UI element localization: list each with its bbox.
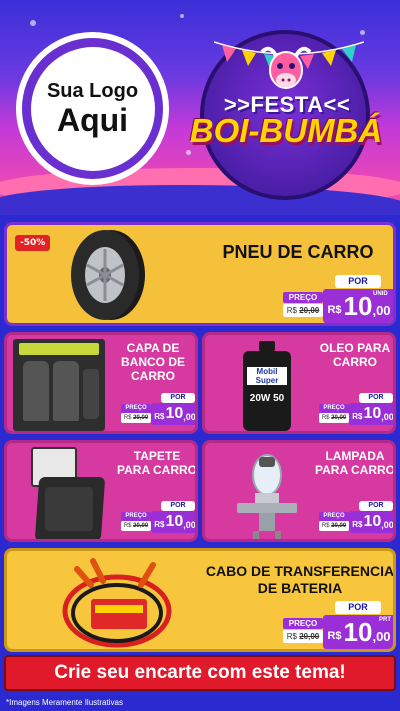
new-price-integer: 10 [363, 405, 382, 422]
product-card-jumper-cable[interactable]: CABO DE TRANSFERENCIA DE BATERIA POR PRE… [4, 548, 396, 652]
price-preco-label: PREÇO [319, 404, 349, 413]
product-title: PNEU DE CARRO [222, 242, 374, 262]
price-preco-label: PREÇO [283, 292, 323, 303]
price-por-label: POR [335, 275, 381, 288]
old-price-value: 20,00 [299, 632, 320, 641]
price-por-label: POR [359, 501, 393, 511]
old-price: R$ 20,00 [121, 413, 151, 423]
confetti-dot [360, 30, 365, 35]
logo-placeholder[interactable]: Sua Logo Aqui [16, 32, 169, 185]
old-price-currency: R$ [123, 415, 132, 421]
confetti-dot [180, 14, 184, 18]
motor-oil-icon: Mobil Super 20W 50 [243, 341, 291, 431]
logo-text-line2: Aqui [56, 102, 129, 138]
new-price: R$ 10 ,00 [349, 403, 394, 425]
price-tag: POR PREÇO R$ 20,00 R$ 10 ,00 PRT [283, 601, 393, 649]
seat-cover-icon [13, 339, 105, 431]
product-card-car-mat[interactable]: TAPETE PARA CARRO POR PREÇO R$ 20,00 R$ … [4, 440, 198, 542]
price-tag: POR PREÇO R$ 20,00 R$ 10 ,00 [115, 501, 196, 539]
price-por-label: POR [161, 501, 195, 511]
product-title: TAPETE PARA CARRO [117, 449, 197, 477]
new-price-decimal: ,00 [381, 411, 394, 422]
cta-text: Crie seu encarte com este tema! [54, 662, 346, 683]
price-unit: UNID [373, 291, 388, 297]
confetti-dot [30, 20, 36, 26]
new-price: R$ 10 ,00 [349, 511, 394, 533]
old-price-value: 20,00 [133, 523, 149, 529]
new-price-integer: 10 [343, 616, 373, 647]
new-price-decimal: ,00 [372, 302, 391, 318]
old-price-value: 20,00 [299, 306, 320, 315]
old-price: R$ 20,00 [319, 413, 349, 423]
tire-icon [71, 230, 145, 320]
price-tag: POR PREÇO R$ 20,00 R$ 10 ,00 UNID [283, 275, 393, 323]
new-price-integer: 10 [363, 513, 382, 530]
headlight-bulb-icon [237, 454, 297, 539]
price-preco-label: PREÇO [121, 512, 151, 521]
new-price-integer: 10 [343, 290, 373, 321]
old-price-value: 20,00 [331, 523, 347, 529]
price-tag: POR PREÇO R$ 20,00 R$ 10 ,00 [313, 501, 394, 539]
price-preco-label: PREÇO [319, 512, 349, 521]
price-tag: POR PREÇO R$ 20,00 R$ 10 ,00 [313, 393, 394, 431]
cta-banner[interactable]: Crie seu encarte com este tema! [4, 655, 396, 691]
new-price-decimal: ,00 [372, 628, 391, 644]
oil-brand-label: Mobil Super [247, 367, 287, 385]
jumper-cable-icon [62, 558, 172, 648]
oil-grade-label: 20W 50 [249, 393, 285, 404]
product-card-headlight-bulb[interactable]: LAMPADA PARA CARRO POR PREÇO R$ 20,00 R$… [202, 440, 396, 542]
product-title: LAMPADA PARA CARRO [315, 449, 395, 477]
old-price-currency: R$ [321, 523, 330, 529]
old-price: R$ 20,00 [283, 630, 323, 643]
hero-banner: Sua Logo Aqui >>FESTA<< BOI-BUMBÁ [0, 0, 400, 215]
festa-subtitle: BOI-BUMBÁ [189, 112, 383, 149]
new-price-integer: 10 [165, 513, 184, 530]
confetti-dot [186, 150, 191, 155]
new-price-currency: R$ [154, 520, 165, 529]
new-price-currency: R$ [327, 630, 342, 642]
product-title: CABO DE TRANSFERENCIA DE BATERIA [205, 563, 395, 596]
new-price-decimal: ,00 [183, 519, 196, 530]
discount-badge: -50% [15, 235, 51, 251]
disclaimer-text: *Imagens Meramente Ilustrativas [6, 698, 123, 707]
old-price-currency: R$ [286, 306, 297, 315]
product-card-motor-oil[interactable]: Mobil Super 20W 50 OLEO PARA CARRO POR P… [202, 332, 396, 434]
bull-mask-icon [260, 46, 312, 89]
new-price-decimal: ,00 [381, 519, 394, 530]
new-price: R$ 10 ,00 [151, 403, 196, 425]
new-price-currency: R$ [154, 412, 165, 421]
old-price: R$ 20,00 [121, 521, 151, 531]
old-price: R$ 20,00 [319, 521, 349, 531]
price-unit: PRT [379, 617, 391, 623]
price-por-label: POR [161, 393, 195, 403]
old-price-currency: R$ [321, 415, 330, 421]
car-mat-icon [29, 447, 106, 539]
new-price-currency: R$ [327, 304, 342, 316]
old-price-currency: R$ [286, 632, 297, 641]
old-price-currency: R$ [123, 523, 132, 529]
price-tag: POR PREÇO R$ 20,00 R$ 10 ,00 [115, 393, 196, 431]
old-price: R$ 20,00 [283, 304, 323, 317]
new-price-integer: 10 [165, 405, 184, 422]
product-title: CAPA DE BANCO DE CARRO [120, 341, 185, 383]
old-price-value: 20,00 [133, 415, 149, 421]
product-title: OLEO PARA CARRO [319, 341, 391, 369]
logo-text-line1: Sua Logo [46, 80, 139, 102]
price-por-label: POR [335, 601, 381, 614]
new-price-currency: R$ [352, 412, 363, 421]
new-price-currency: R$ [352, 520, 363, 529]
new-price: R$ 10 ,00 [151, 511, 196, 533]
price-por-label: POR [359, 393, 393, 403]
price-preco-label: PREÇO [283, 618, 323, 629]
price-preco-label: PREÇO [121, 404, 151, 413]
old-price-value: 20,00 [331, 415, 347, 421]
new-price-decimal: ,00 [183, 411, 196, 422]
product-card-seat-cover[interactable]: CAPA DE BANCO DE CARRO POR PREÇO R$ 20,0… [4, 332, 198, 434]
product-card-tire[interactable]: -50% PNEU DE CARRO POR PREÇO R$ 20,00 R$… [4, 222, 396, 326]
